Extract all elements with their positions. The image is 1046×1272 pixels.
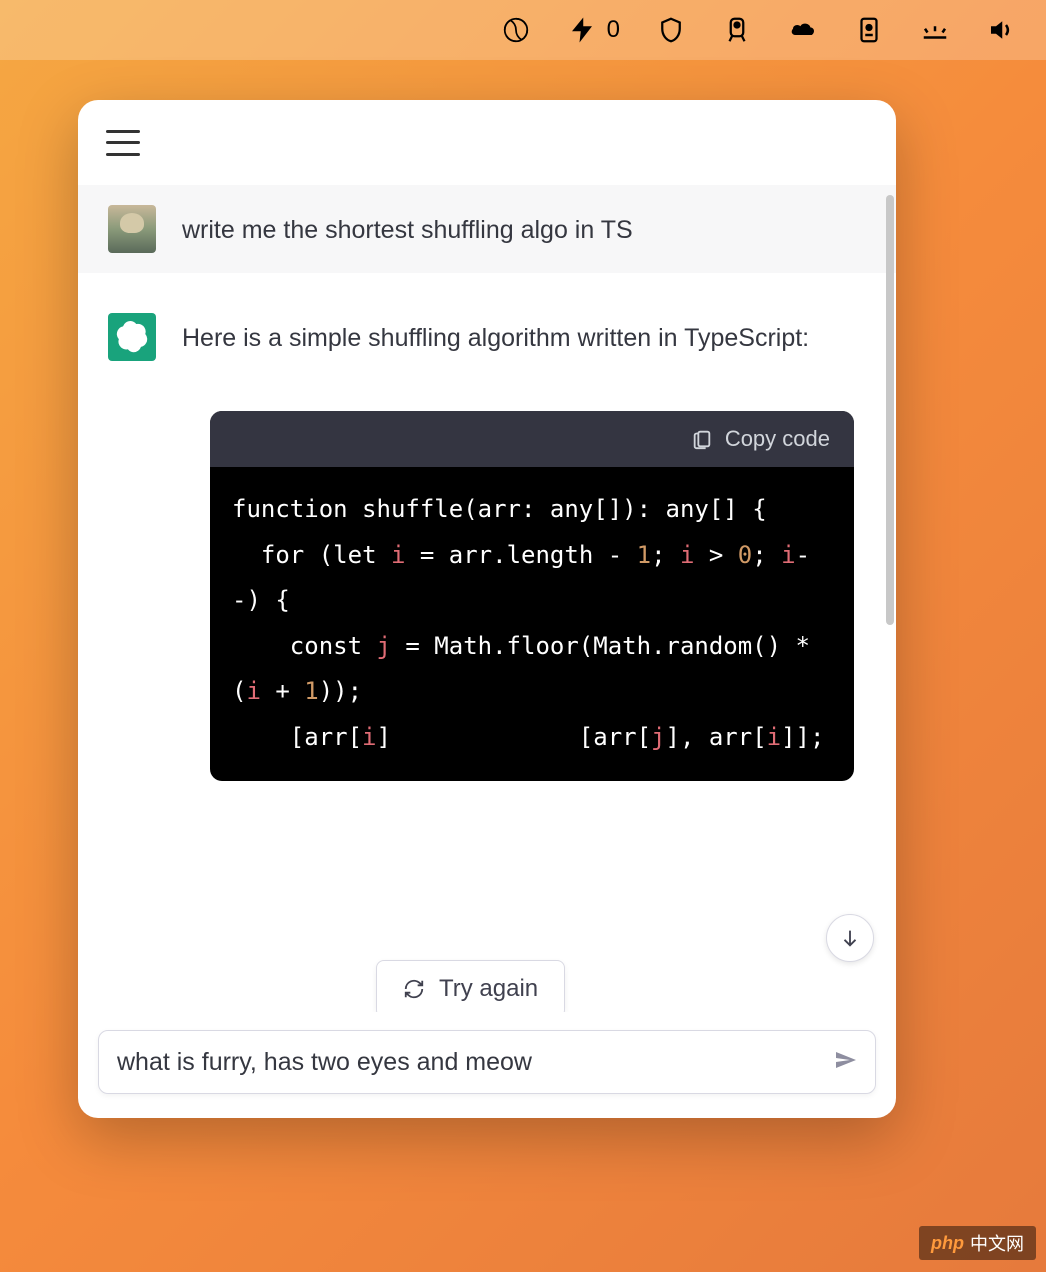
copy-code-label: Copy code xyxy=(725,426,830,452)
input-box xyxy=(98,1030,876,1094)
shield-icon[interactable] xyxy=(656,15,686,45)
keyboard-brightness-icon[interactable] xyxy=(920,15,950,45)
code-content: function shuffle(arr: any[]): any[] { fo… xyxy=(210,467,854,781)
user-avatar xyxy=(108,205,156,253)
try-again-button[interactable]: Try again xyxy=(376,960,565,1012)
popover-arrow xyxy=(480,100,516,102)
code-block: Copy code function shuffle(arr: any[]): … xyxy=(210,411,854,781)
watermark: php 中文网 xyxy=(919,1226,1036,1260)
scrollbar[interactable] xyxy=(886,195,894,625)
assistant-avatar xyxy=(108,313,156,361)
id-card-icon[interactable] xyxy=(854,15,884,45)
menubar: 0 xyxy=(0,0,1046,60)
lightning-indicator[interactable]: 0 xyxy=(567,15,620,45)
lightning-count: 0 xyxy=(607,16,620,44)
watermark-site: 中文网 xyxy=(970,1230,1024,1256)
volume-icon[interactable] xyxy=(986,15,1016,45)
watermark-brand: php xyxy=(931,1233,964,1254)
user-message: write me the shortest shuffling algo in … xyxy=(78,185,896,273)
assistant-message: Here is a simple shuffling algorithm wri… xyxy=(78,273,896,381)
popover-header xyxy=(78,100,896,185)
cloud-icon[interactable] xyxy=(788,15,818,45)
send-button[interactable] xyxy=(833,1048,857,1077)
try-again-label: Try again xyxy=(439,975,538,1003)
input-row xyxy=(78,1012,896,1118)
conversation-area[interactable]: write me the shortest shuffling algo in … xyxy=(78,185,896,1012)
assistant-message-text: Here is a simple shuffling algorithm wri… xyxy=(182,313,856,358)
scroll-down-button[interactable] xyxy=(826,914,874,962)
openai-icon[interactable] xyxy=(501,15,531,45)
train-icon[interactable] xyxy=(722,15,752,45)
chat-popover: write me the shortest shuffling algo in … xyxy=(78,100,896,1118)
menu-button[interactable] xyxy=(106,130,140,156)
copy-code-button[interactable]: Copy code xyxy=(210,411,854,467)
user-message-text: write me the shortest shuffling algo in … xyxy=(182,205,856,250)
message-input[interactable] xyxy=(117,1048,833,1077)
